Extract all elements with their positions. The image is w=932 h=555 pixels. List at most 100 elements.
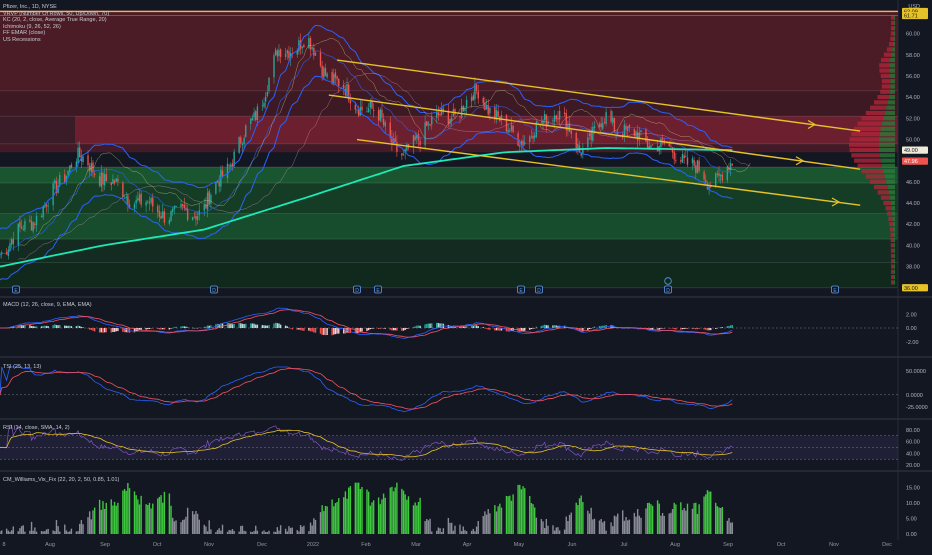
vix-fix-bar (368, 492, 369, 534)
candle (576, 133, 577, 148)
vix-fix-bar (499, 504, 500, 534)
vix-fix-bar (649, 503, 650, 534)
candle (439, 114, 440, 116)
vix-fix-bar (554, 531, 555, 534)
price-tick-label: 52.00 (906, 116, 920, 122)
macd-histogram-bar (720, 327, 721, 328)
candle (564, 112, 565, 114)
vix-fix-bar (393, 491, 394, 534)
vix-fix-bar (627, 520, 628, 534)
vix-fix-bar (650, 504, 651, 534)
vix-fix-bar (710, 492, 711, 534)
vix-fix-bar (683, 508, 684, 534)
volume-profile-bar (880, 153, 895, 157)
vix-fix-bar (600, 519, 601, 534)
vix-fix-bar (94, 508, 95, 534)
candle (511, 125, 512, 131)
vix-fix-bar (338, 498, 339, 534)
candle (145, 202, 146, 205)
macd-histogram-bar (46, 326, 47, 328)
candle (599, 124, 600, 128)
macd-histogram-bar (207, 326, 208, 328)
vix-fix-bar (431, 531, 432, 534)
vix-fix-bar (139, 504, 140, 534)
vix-fix-bar (373, 500, 374, 534)
volume-profile-bar (894, 264, 895, 268)
candle (589, 133, 590, 136)
vix-fix-bar (335, 503, 336, 534)
candle (406, 144, 407, 150)
macd-histogram-bar (232, 324, 233, 328)
vix-fix-bar (313, 518, 314, 534)
currency-label: USD (908, 4, 920, 10)
candle (42, 206, 43, 217)
candle (280, 49, 281, 57)
volume-profile-bar (850, 137, 880, 141)
rsi-title[interactable]: RSI (14, close, SMA, 14, 2) (3, 425, 70, 431)
vix-fix-bar (366, 490, 367, 534)
candle (180, 204, 181, 207)
vix-fix-bar (672, 509, 673, 534)
vix-fix-bar (19, 528, 20, 534)
candle (350, 100, 351, 103)
vix-fix-bar (145, 504, 146, 534)
vix-fix-bar (57, 526, 58, 534)
vix-fix-bar (350, 486, 351, 534)
vix-fix-bar (233, 531, 234, 534)
candle (431, 117, 432, 124)
candle (101, 172, 102, 187)
vix-fix-bar (104, 509, 105, 534)
candle (315, 53, 316, 56)
macd-histogram-bar (315, 328, 316, 333)
volume-profile-bar (881, 58, 890, 62)
vix-fix-bar (268, 531, 269, 534)
vix-fix-bar (140, 496, 141, 534)
candle (195, 216, 196, 219)
vix-fix-bar (673, 503, 674, 534)
candle (135, 200, 136, 204)
vix-fix-bar (544, 528, 545, 534)
volume-profile-bar (881, 196, 890, 200)
macd-histogram-bar (116, 328, 117, 331)
vix-fix-title[interactable]: CM_Williams_Vix_Fix (22, 20, 2, 50, 0.85… (3, 477, 119, 483)
candle (366, 111, 367, 112)
vix-fix-bar (79, 524, 80, 534)
vix-fix-bar (645, 508, 646, 534)
candle (416, 135, 417, 138)
vix-fix-bar (135, 495, 136, 534)
vix-fix-bar (577, 505, 578, 534)
tsi-title[interactable]: TSI (25, 13, 13) (3, 364, 41, 370)
rsi-tick-label: 60.00 (906, 440, 920, 446)
indicator-keltner[interactable]: KC (20, 2, close, Average True Range, 20… (3, 17, 109, 24)
indicator-us-recessions[interactable]: US Recessions (3, 37, 109, 44)
candle (275, 50, 276, 55)
price-tick-label: 60.00 (906, 32, 920, 38)
vix-fix-bar (517, 485, 518, 534)
candle (717, 174, 718, 175)
vix-fix-bar (240, 526, 241, 534)
volume-profile-bar (880, 90, 890, 94)
macd-histogram-bar (697, 328, 698, 329)
vix-fix-bar (252, 532, 253, 534)
candle (463, 106, 464, 111)
volume-profile-bar (889, 222, 893, 226)
macd-histogram-bar (463, 327, 464, 328)
chart-canvas[interactable]: EDDEEDDE38.0040.0042.0044.0046.0048.0050… (0, 0, 932, 550)
vix-fix-bar (56, 520, 57, 534)
macd-title[interactable]: MACD (12, 26, close, 9, EMA, EMA) (3, 302, 92, 308)
macd-histogram-bar (685, 328, 686, 329)
candle (483, 98, 484, 103)
volume-profile-bar (894, 21, 895, 25)
candle (368, 108, 369, 112)
volume-profile-bar (858, 121, 882, 125)
candle (612, 118, 613, 123)
volume-profile-bar (893, 217, 895, 221)
vix-fix-bar (222, 525, 223, 534)
vix-fix-bar (111, 499, 112, 534)
macd-histogram-bar (31, 326, 32, 328)
vix-fix-bar (471, 531, 472, 534)
macd-histogram-bar (673, 328, 674, 329)
vix-fix-bar (292, 528, 293, 534)
candle (426, 121, 427, 126)
macd-histogram-bar (371, 328, 372, 329)
